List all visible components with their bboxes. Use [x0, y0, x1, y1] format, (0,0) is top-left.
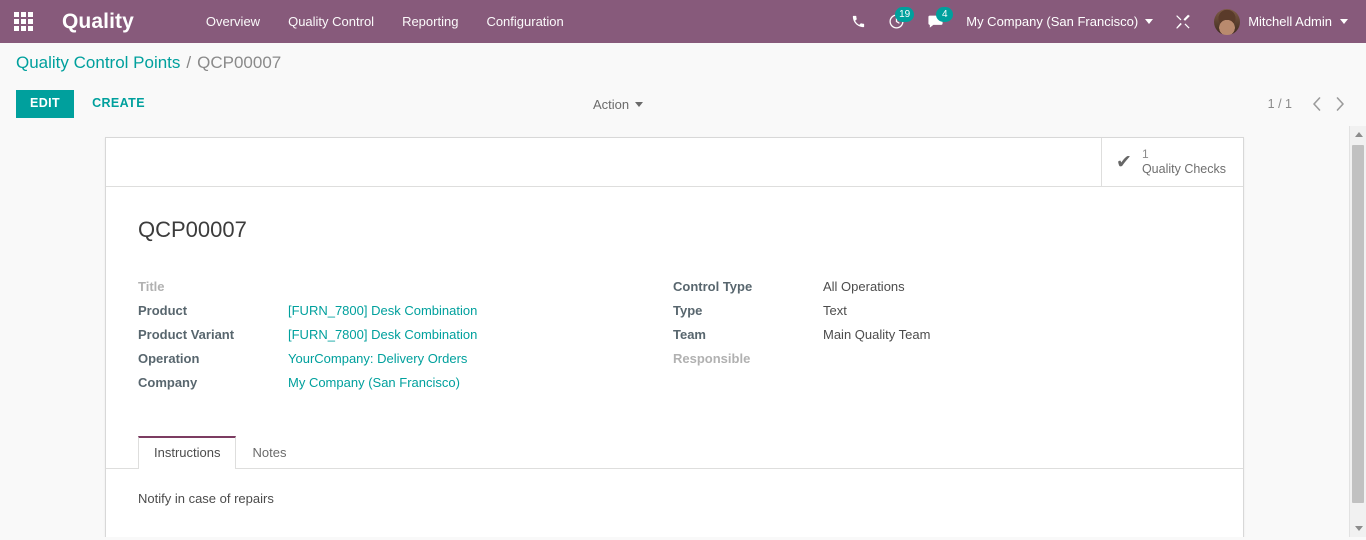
- chevron-left-icon: [1312, 97, 1320, 111]
- top-navbar: Quality Overview Quality Control Reporti…: [0, 0, 1366, 43]
- field-label-title: Title: [138, 279, 165, 294]
- main-menu: Overview Quality Control Reporting Confi…: [192, 0, 578, 43]
- quality-checks-count: 1: [1141, 147, 1149, 162]
- instructions-text: Notify in case of repairs: [138, 491, 274, 506]
- create-button[interactable]: CREATE: [80, 90, 157, 118]
- pager: 1 / 1: [1268, 92, 1350, 116]
- field-label-responsible: Responsible: [673, 351, 751, 366]
- form-column-left: Title Product [FURN_7800] Desk Combinati…: [138, 279, 673, 399]
- company-switcher[interactable]: My Company (San Francisco): [955, 0, 1164, 43]
- breadcrumb: Quality Control Points / QCP00007: [0, 43, 1366, 82]
- edit-button[interactable]: EDIT: [16, 90, 75, 118]
- company-switcher-label: My Company (San Francisco): [966, 14, 1139, 29]
- menu-item-overview[interactable]: Overview: [192, 0, 274, 43]
- breadcrumb-current: QCP00007: [197, 52, 282, 72]
- phone-icon: [853, 15, 865, 28]
- pager-next-button[interactable]: [1330, 92, 1350, 116]
- chevron-down-icon: [1340, 19, 1348, 24]
- form-fields-grid: Title Product [FURN_7800] Desk Combinati…: [138, 279, 1211, 399]
- chevron-right-icon: [1336, 97, 1344, 111]
- stat-button-box: ✔ 1 Quality Checks: [106, 138, 1243, 187]
- field-value-operation[interactable]: YourCompany: Delivery Orders: [288, 351, 467, 366]
- notebook-tabs: Instructions Notes: [106, 435, 1243, 469]
- field-value-product-variant[interactable]: [FURN_7800] Desk Combination: [288, 327, 477, 342]
- apps-grid-icon: [13, 12, 33, 31]
- chevron-down-icon: [635, 101, 644, 107]
- app-brand-title[interactable]: Quality: [46, 10, 140, 34]
- field-label-control-type: Control Type: [673, 279, 753, 294]
- field-label-team: Team: [673, 327, 706, 342]
- field-control-type: Control Type All Operations: [673, 279, 1211, 303]
- user-menu[interactable]: Mitchell Admin: [1202, 0, 1356, 43]
- chevron-down-icon: [1145, 19, 1154, 24]
- scrollbar-thumb[interactable]: [1352, 145, 1364, 503]
- vertical-scrollbar[interactable]: [1349, 126, 1366, 537]
- field-value-type[interactable]: Text: [823, 303, 847, 318]
- field-value-company[interactable]: My Company (San Francisco): [288, 375, 460, 390]
- field-product-variant: Product Variant [FURN_7800] Desk Combina…: [138, 327, 673, 351]
- field-team: Team Main Quality Team: [673, 327, 1211, 351]
- menu-item-quality-control[interactable]: Quality Control: [274, 0, 388, 43]
- developer-tools-button[interactable]: [1164, 0, 1202, 43]
- caret-up-icon: [1354, 132, 1363, 137]
- phone-button[interactable]: [840, 0, 877, 43]
- breadcrumb-separator: /: [186, 52, 192, 72]
- action-dropdown-label: Action: [593, 96, 630, 112]
- control-panel: EDIT CREATE Action 1 / 1: [0, 82, 1366, 126]
- field-label-product: Product: [138, 303, 188, 318]
- form-view-area: ✔ 1 Quality Checks QCP00007 Title Produc…: [0, 126, 1366, 537]
- apps-menu-button[interactable]: [0, 0, 46, 43]
- field-type: Type Text: [673, 303, 1211, 327]
- pager-value: 1 / 1: [1267, 97, 1292, 111]
- notebook-page-instructions: Notify in case of repairs: [138, 469, 1211, 537]
- quality-checks-stat-button[interactable]: ✔ 1 Quality Checks: [1101, 138, 1243, 186]
- field-label-operation: Operation: [138, 351, 200, 366]
- record-sheet: ✔ 1 Quality Checks QCP00007 Title Produc…: [105, 137, 1244, 537]
- breadcrumb-root-link[interactable]: Quality Control Points: [16, 53, 180, 73]
- field-title: Title: [138, 279, 673, 303]
- field-company: Company My Company (San Francisco): [138, 375, 673, 399]
- message-count-badge: 4: [936, 7, 954, 22]
- menu-item-configuration[interactable]: Configuration: [472, 0, 577, 43]
- field-product: Product [FURN_7800] Desk Combination: [138, 303, 673, 327]
- field-value-product[interactable]: [FURN_7800] Desk Combination: [288, 303, 477, 318]
- notebook: Instructions Notes Notify in case of rep…: [106, 435, 1243, 537]
- navbar-right-section: 19 4 My Company (San Francisco) Mitchell…: [840, 0, 1366, 43]
- field-label-company: Company: [138, 375, 198, 390]
- user-menu-label: Mitchell Admin: [1248, 14, 1332, 29]
- scrollbar-track[interactable]: [1350, 143, 1366, 520]
- field-value-control-type[interactable]: All Operations: [823, 279, 905, 294]
- caret-down-icon: [1354, 526, 1363, 531]
- tools-icon: [1176, 14, 1190, 29]
- field-label-type: Type: [673, 303, 703, 318]
- field-label-product-variant: Product Variant: [138, 327, 235, 342]
- stat-button-text: 1 Quality Checks: [1142, 147, 1226, 177]
- quality-checks-label: Quality Checks: [1141, 161, 1226, 176]
- scroll-down-button[interactable]: [1350, 520, 1366, 537]
- field-responsible: Responsible: [673, 351, 1211, 375]
- activity-count-badge: 19: [895, 7, 915, 22]
- scroll-up-button[interactable]: [1350, 126, 1366, 143]
- field-operation: Operation YourCompany: Delivery Orders: [138, 351, 673, 375]
- tab-notes[interactable]: Notes: [236, 436, 302, 469]
- form-column-right: Control Type All Operations Type Text Te…: [673, 279, 1211, 399]
- check-icon: ✔: [1116, 151, 1132, 173]
- pager-previous-button[interactable]: [1306, 92, 1326, 116]
- action-dropdown[interactable]: Action: [593, 96, 644, 112]
- menu-item-reporting[interactable]: Reporting: [388, 0, 472, 43]
- field-value-team[interactable]: Main Quality Team: [823, 327, 930, 342]
- page-title: QCP00007: [138, 217, 247, 242]
- messaging-menu-button[interactable]: 4: [916, 0, 955, 43]
- avatar: [1214, 8, 1241, 35]
- sheet-body: QCP00007 Title Product [FURN_7800] Desk …: [106, 187, 1243, 537]
- activity-menu-button[interactable]: 19: [877, 0, 916, 43]
- tab-instructions[interactable]: Instructions: [138, 436, 237, 469]
